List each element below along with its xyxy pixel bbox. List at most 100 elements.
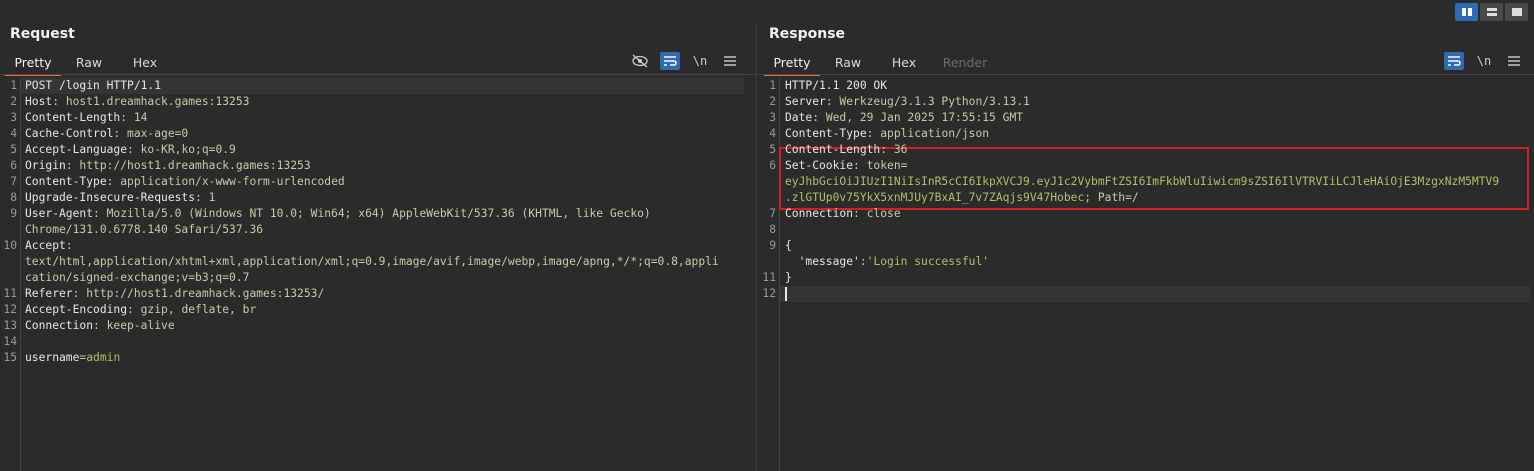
request-title: Request bbox=[10, 26, 75, 42]
line-key: 'message' bbox=[785, 255, 860, 268]
line-key: } bbox=[785, 271, 792, 284]
request-menu-icon[interactable] bbox=[720, 52, 740, 70]
token-value: eyJhbGciOiJIUzI1NiIsInR5cCI6IkpXVCJ9.eyJ… bbox=[785, 175, 1500, 188]
response-title: Response bbox=[769, 26, 846, 42]
line-key: Content-Type bbox=[785, 127, 867, 140]
line-key: Host bbox=[25, 95, 53, 108]
line-key: HTTP/1.1 200 OK bbox=[785, 79, 888, 92]
line-value: : gzip, deflate, br bbox=[127, 303, 257, 316]
line-number: 4 bbox=[769, 127, 776, 140]
line-number: 2 bbox=[769, 95, 776, 108]
line-value: : bbox=[65, 239, 73, 252]
request-editor[interactable]: 1 POST /login HTTP/1.1 2 Host: host1.dreamh… bbox=[0, 78, 756, 471]
line-content: Date: Wed, 29 Jan 2025 17:55:15 GMT bbox=[785, 110, 1023, 126]
response-tab-hex[interactable]: Hex bbox=[876, 52, 932, 76]
line-key: username bbox=[25, 351, 80, 364]
response-wrap-button[interactable] bbox=[1444, 52, 1464, 70]
line-value: : bbox=[859, 255, 867, 268]
line-content: Referer: http://host1.dreamhack.games:13… bbox=[25, 286, 324, 302]
rows-icon bbox=[1486, 8, 1497, 16]
line-content: Cache-Control: max-age=0 bbox=[25, 126, 188, 142]
request-pane: Request Pretty Raw Hex \n 1 POST /login H… bbox=[0, 24, 757, 471]
line-content: Connection: keep-alive bbox=[25, 318, 175, 334]
request-tools: \n bbox=[630, 52, 740, 70]
eye-slash-icon bbox=[632, 54, 648, 68]
line-key: Upgrade-Insecure-Requests bbox=[25, 191, 196, 204]
line-value: : 36 bbox=[880, 143, 908, 156]
line-value: : ko-KR,ko;q=0.9 bbox=[127, 143, 236, 156]
response-newline-button[interactable]: \n bbox=[1474, 52, 1494, 70]
line-number: 12 bbox=[3, 303, 17, 316]
line-value: : 1 bbox=[195, 191, 216, 204]
line-content: Accept: bbox=[25, 238, 73, 254]
response-pane: Response Pretty Raw Hex Render \n 1 HTTP/… bbox=[759, 24, 1534, 471]
line-key: Origin bbox=[25, 159, 66, 172]
line-value: : 14 bbox=[120, 111, 148, 124]
request-tab-hex[interactable]: Hex bbox=[117, 52, 173, 76]
line-value: : Mozilla/5.0 (Windows NT 10.0; Win64; x… bbox=[93, 207, 651, 220]
line-value: text/html,application/xhtml+xml,applicat… bbox=[25, 255, 719, 268]
line-key: Content-Type bbox=[25, 175, 107, 188]
line-value: : Wed, 29 Jan 2025 17:55:15 GMT bbox=[812, 111, 1024, 124]
line-value: : keep-alive bbox=[93, 319, 175, 332]
line-number: 15 bbox=[3, 351, 17, 364]
line-key: Referer bbox=[25, 287, 73, 300]
request-tab-pretty[interactable]: Pretty bbox=[5, 52, 61, 76]
line-number: 1 bbox=[10, 79, 17, 92]
response-editor[interactable]: 1 HTTP/1.1 200 OK 2 Server: Werkzeug/3.1.3 … bbox=[759, 78, 1534, 471]
line-key: Accept bbox=[25, 239, 66, 252]
line-tail-value: admin bbox=[86, 351, 121, 364]
hide-eye-icon[interactable] bbox=[630, 52, 650, 70]
line-number: 9 bbox=[10, 207, 17, 220]
line-number: 12 bbox=[762, 287, 776, 300]
text-cursor bbox=[785, 287, 787, 301]
line-content: Content-Length: 36 bbox=[785, 142, 907, 158]
response-tab-render[interactable]: Render bbox=[932, 52, 998, 76]
line-value: : http://host1.dreamhack.games:13253/ bbox=[72, 287, 325, 300]
line-key: Connection bbox=[25, 319, 94, 332]
line-number: 6 bbox=[10, 159, 17, 172]
line-content: eyJhbGciOiJIUzI1NiIsInR5cCI6IkpXVCJ9.eyJ… bbox=[785, 174, 1499, 190]
request-wrap-button[interactable] bbox=[660, 52, 680, 70]
columns-icon bbox=[1461, 8, 1472, 16]
current-line-highlight bbox=[780, 286, 1530, 302]
request-tabs: Pretty Raw Hex bbox=[5, 52, 173, 76]
line-number: 7 bbox=[10, 175, 17, 188]
layout-stacked-button[interactable] bbox=[1480, 3, 1503, 21]
line-key: Content-Length bbox=[785, 143, 881, 156]
line-number: 13 bbox=[3, 319, 17, 332]
line-content: User-Agent: Mozilla/5.0 (Windows NT 10.0… bbox=[25, 206, 651, 222]
line-key: Accept-Encoding bbox=[25, 303, 128, 316]
layout-single-button[interactable] bbox=[1505, 3, 1528, 21]
response-tab-raw[interactable]: Raw bbox=[820, 52, 876, 76]
line-value: : max-age=0 bbox=[113, 127, 189, 140]
token-value: .zlGTUp0v75YkX5xnMJUy7BxAI_7v7ZAqjs9V47H… bbox=[785, 191, 1085, 204]
line-content: 'message':'Login successful' bbox=[785, 254, 989, 270]
line-content: } bbox=[785, 270, 792, 286]
line-number: 10 bbox=[3, 239, 17, 252]
line-number: 9 bbox=[769, 239, 776, 252]
response-tools: \n bbox=[1444, 52, 1524, 70]
response-tab-pretty[interactable]: Pretty bbox=[764, 52, 820, 76]
response-tab-divider bbox=[759, 74, 1534, 75]
line-number: 4 bbox=[10, 127, 17, 140]
line-content: text/html,application/xhtml+xml,applicat… bbox=[25, 254, 719, 270]
line-number: 3 bbox=[10, 111, 17, 124]
line-value: : Werkzeug/3.1.3 Python/3.13.1 bbox=[825, 95, 1030, 108]
layout-buttons bbox=[1455, 3, 1528, 21]
hamburger-icon bbox=[724, 56, 736, 66]
line-content: Content-Type: application/json bbox=[785, 126, 989, 142]
wrap-lines-icon bbox=[664, 56, 677, 66]
line-key: Cache-Control bbox=[25, 127, 114, 140]
line-content: Set-Cookie: token= bbox=[785, 158, 907, 174]
line-value: : host1.dreamhack.games:13253 bbox=[52, 95, 250, 108]
line-content: Origin: http://host1.dreamhack.games:132… bbox=[25, 158, 311, 174]
request-tab-raw[interactable]: Raw bbox=[61, 52, 117, 76]
request-newline-button[interactable]: \n bbox=[690, 52, 710, 70]
line-content: Upgrade-Insecure-Requests: 1 bbox=[25, 190, 215, 206]
line-content: Server: Werkzeug/3.1.3 Python/3.13.1 bbox=[785, 94, 1030, 110]
layout-side-by-side-button[interactable] bbox=[1455, 3, 1478, 21]
response-menu-icon[interactable] bbox=[1504, 52, 1524, 70]
line-number: 7 bbox=[769, 207, 776, 220]
line-content: .zlGTUp0v75YkX5xnMJUy7BxAI_7v7ZAqjs9V47H… bbox=[785, 190, 1139, 206]
